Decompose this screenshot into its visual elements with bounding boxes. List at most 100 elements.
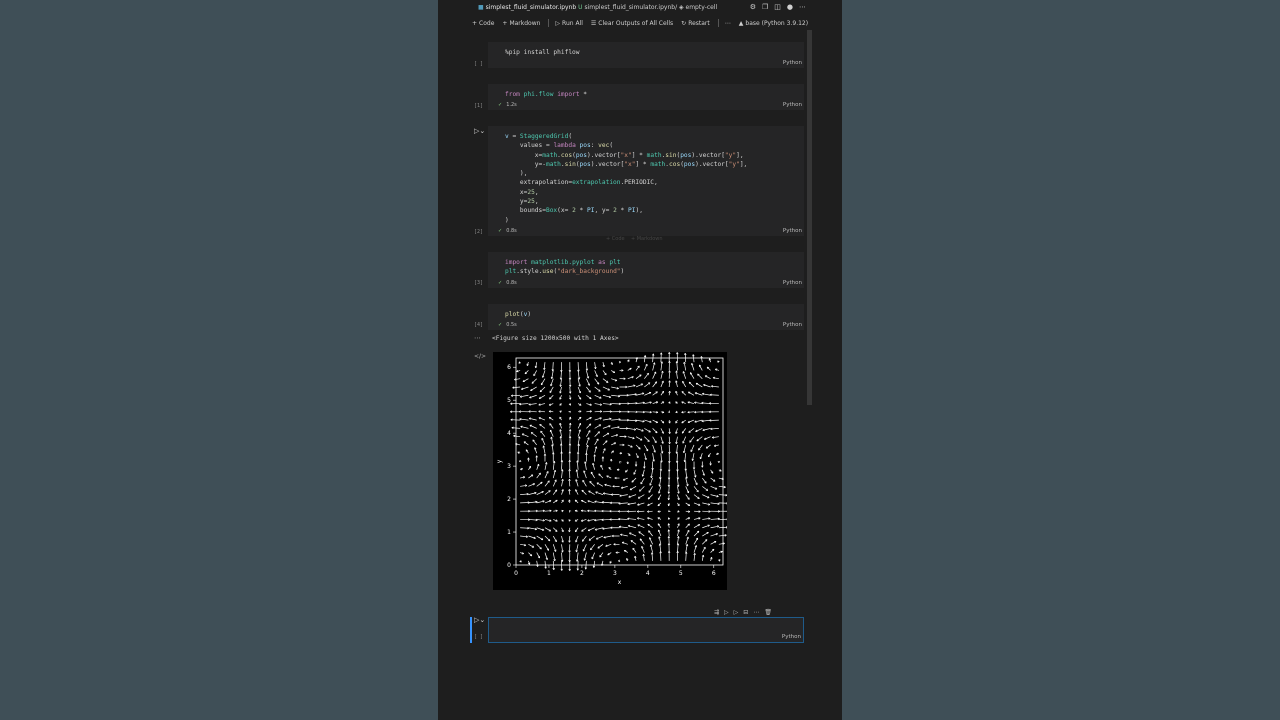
field-arrow [540,430,546,437]
field-arrow [635,444,641,450]
plus-icon: + [472,19,478,27]
arrow-head [619,461,622,464]
clear-outputs-button[interactable]: ☰ Clear Outputs of All Cells [591,20,673,27]
run-cell-icon[interactable]: ▷⌄ [474,616,485,624]
field-arrow [685,523,690,528]
field-arrow [652,436,657,443]
insert-cell-hint[interactable]: + Code + Markdown [606,236,663,242]
field-arrow [536,481,543,487]
cell-duration: 0.5s [506,322,517,328]
cell-code[interactable]: import matplotlib.pyplot as plt plt.styl… [505,258,624,277]
field-arrow [631,477,637,483]
cell-code[interactable]: from phi.flow import * [505,90,587,99]
field-arrow [544,480,550,487]
output-code-icon[interactable]: </> [474,353,486,360]
field-arrow [644,436,650,442]
figure-output: 0 1 2 3 4 5 6 0 1 2 3 4 5 6 x y [493,352,729,590]
delete-icon[interactable]: 🗑 [764,609,772,616]
field-arrow [681,391,686,396]
breadcrumb-path[interactable]: ■ simplest_fluid_simulator.ipynb U simpl… [478,4,717,11]
notebook-file-icon: ■ [478,4,484,11]
y-tick-label: 0 [507,562,511,569]
field-arrow [539,423,546,429]
y-tick-label: 5 [507,397,511,404]
cell-language[interactable]: Python [782,634,801,640]
field-arrow [696,436,703,442]
field-arrow [531,378,537,384]
execute-below-icon[interactable]: ▷ [734,609,739,616]
restart-button[interactable]: ↻ Restart [681,20,710,27]
field-arrow [581,489,587,495]
field-arrow [588,535,595,541]
code-cell[interactable]: v = StaggeredGrid( values = lambda pos: … [488,126,804,236]
field-arrow [581,535,587,542]
cell-code[interactable]: %pip install phiflow [505,48,580,57]
more-icon[interactable]: ⋯ [753,609,759,616]
field-arrow [693,530,700,537]
toolbar-divider [548,19,550,27]
breadcrumb-file[interactable]: simplest_fluid_simulator.ipynb [486,4,577,11]
field-arrow [644,372,649,379]
more-actions-button[interactable]: ⋯ [725,20,731,27]
field-arrow [702,539,708,545]
field-arrow [536,544,542,550]
gear-icon[interactable]: ⚙ [750,3,756,11]
run-cell-icon[interactable]: ▷⌄ [474,127,485,135]
field-arrow [552,560,555,570]
field-arrow [536,472,541,479]
breadcrumb-rest[interactable]: simplest_fluid_simulator.ipynb/ ◈ empty-… [584,4,717,11]
insert-code-hint[interactable]: + Code [606,236,625,242]
cell-language[interactable]: Python [783,102,802,108]
field-arrow [635,374,642,379]
vector-field-plot: 0 1 2 3 4 5 6 0 1 2 3 4 5 6 x y [496,352,729,586]
y-tick-label: 2 [507,496,511,503]
field-arrow [544,544,550,551]
x-tick-label: 1 [547,570,551,577]
restart-icon: ↻ [681,19,687,27]
code-cell[interactable]: plot(v) ✓ 0.5s Python [488,304,804,330]
x-axis-label: x [618,579,622,586]
field-arrow [639,538,645,545]
insert-markdown-hint[interactable]: + Markdown [631,236,663,242]
arrow-head [568,410,571,414]
cell-language[interactable]: Python [783,60,802,66]
plus-icon: + [502,19,508,27]
notebook-toolbar: + Code + Markdown ▷ Run All ☰ Clear Outputs … [438,16,842,30]
more-icon[interactable]: ⋯ [799,3,806,11]
code-cell[interactable]: from phi.flow import * ✓ 1.2s Python [488,84,804,110]
cell-duration: 0.8s [506,280,517,286]
empty-code-cell[interactable]: Python [488,617,804,643]
add-markdown-button[interactable]: + Markdown [502,20,540,27]
add-code-button[interactable]: + Code [472,20,494,27]
split-editor-icon[interactable]: ◫ [774,3,781,11]
output-text: <Figure size 1200x500 with 1 Axes> [492,335,619,342]
code-cell[interactable]: %pip install phiflow Python [488,42,804,68]
cell-code[interactable]: v = StaggeredGrid( values = lambda pos: … [505,132,747,225]
field-arrow [582,480,587,487]
field-arrow [637,494,645,499]
check-icon: ✓ [498,322,503,328]
field-arrow [540,378,546,386]
copy-icon[interactable]: ❐ [762,3,768,11]
kernel-picker[interactable]: ▲ base (Python 3.9.12) [739,20,808,27]
field-arrow [532,439,537,446]
field-arrow [602,440,608,446]
field-arrow [693,486,699,493]
execute-above-icon[interactable]: ▷ [724,609,729,616]
cell-language[interactable]: Python [783,322,802,328]
field-arrow [588,490,595,495]
run-all-button[interactable]: ▷ Run All [555,20,582,27]
cell-language[interactable]: Python [783,228,802,234]
breadcrumb: ■ simplest_fluid_simulator.ipynb U simpl… [438,0,842,16]
cell-language[interactable]: Python [783,280,802,286]
field-arrow [594,386,601,392]
split-cell-icon[interactable]: ⊟ [743,609,748,616]
cell-toolbar: ⇶ ▷ ▷ ⊟ ⋯ 🗑 [714,607,772,617]
scrollbar[interactable] [807,30,812,405]
run-by-line-icon[interactable]: ⇶ [714,609,719,616]
output-more-icon[interactable]: ⋯ [474,334,481,342]
code-cell[interactable]: import matplotlib.pyplot as plt plt.styl… [488,252,804,288]
x-tick-label: 3 [613,570,617,577]
field-arrow [718,526,728,529]
cell-code[interactable]: plot(v) [505,310,531,319]
